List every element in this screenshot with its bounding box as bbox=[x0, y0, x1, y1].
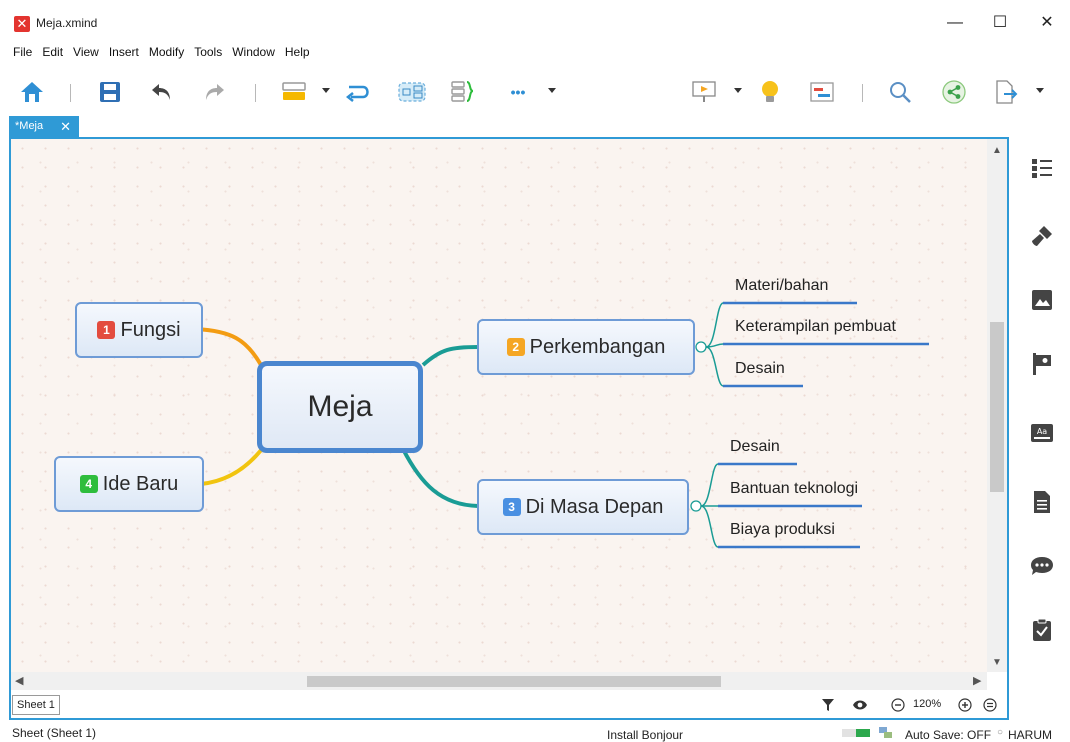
auto-save-status[interactable]: Auto Save: OFF bbox=[905, 728, 991, 742]
export-icon[interactable] bbox=[992, 78, 1020, 106]
subtopic-materi-bahan[interactable]: Materi/bahan bbox=[735, 277, 828, 295]
subtopic-biaya-produksi[interactable]: Biaya produksi bbox=[730, 521, 835, 539]
tab-meja[interactable]: *Meja ✕ bbox=[9, 116, 79, 137]
topic-icon[interactable] bbox=[280, 78, 308, 106]
topic-label: Fungsi bbox=[120, 318, 181, 341]
search-icon[interactable] bbox=[886, 78, 914, 106]
install-bonjour-link[interactable]: Install Bonjour bbox=[607, 728, 683, 742]
topic-label: Ide Baru bbox=[102, 472, 179, 495]
redo-icon[interactable] bbox=[200, 78, 228, 106]
relationship-icon[interactable] bbox=[344, 78, 372, 106]
menu-edit[interactable]: Edit bbox=[37, 42, 68, 62]
vertical-scrollbar[interactable]: ▲ ▼ bbox=[987, 139, 1007, 672]
menu-modify[interactable]: Modify bbox=[144, 42, 189, 62]
horizontal-scrollbar[interactable]: ◀ ▶ bbox=[11, 672, 987, 690]
toolbar-separator bbox=[70, 84, 71, 102]
menu-file[interactable]: File bbox=[8, 42, 37, 62]
tab-close-icon[interactable]: ✕ bbox=[60, 116, 71, 137]
more-icon[interactable]: ••• bbox=[504, 78, 532, 106]
gantt-icon[interactable] bbox=[808, 78, 836, 106]
network-icon bbox=[879, 727, 893, 742]
scroll-down-icon[interactable]: ▼ bbox=[992, 657, 1002, 668]
vertical-scroll-thumb[interactable] bbox=[990, 322, 1004, 492]
sheet-tab[interactable]: Sheet 1 bbox=[12, 695, 60, 715]
share-icon[interactable] bbox=[940, 78, 968, 106]
topic-label: Perkembangan bbox=[529, 335, 666, 358]
horizontal-scroll-thumb[interactable] bbox=[307, 676, 721, 687]
undo-icon[interactable] bbox=[148, 78, 176, 106]
export-caret-icon[interactable] bbox=[1036, 88, 1044, 93]
zoom-out-icon[interactable] bbox=[889, 696, 907, 714]
outline-icon[interactable] bbox=[1030, 156, 1054, 180]
user-name[interactable]: HARUM bbox=[1008, 728, 1052, 742]
topic-fungsi[interactable]: 1 Fungsi bbox=[75, 302, 203, 358]
minimize-button[interactable]: — bbox=[932, 8, 978, 38]
svg-text:Aa: Aa bbox=[1037, 427, 1047, 436]
status-sheet-name: Sheet (Sheet 1) bbox=[12, 726, 97, 740]
eye-icon[interactable] bbox=[851, 696, 869, 714]
presentation-icon[interactable] bbox=[690, 78, 718, 106]
notes-icon[interactable] bbox=[1030, 490, 1054, 514]
style-icon[interactable]: Aa bbox=[1030, 421, 1054, 445]
menu-insert[interactable]: Insert bbox=[104, 42, 144, 62]
boundary-icon[interactable] bbox=[398, 78, 426, 106]
subtopic-bantuan-teknologi[interactable]: Bantuan teknologi bbox=[730, 480, 858, 498]
brainstorm-icon[interactable] bbox=[756, 78, 784, 106]
priority-1-icon: 1 bbox=[97, 321, 116, 339]
topic-ide-baru[interactable]: 4 Ide Baru bbox=[54, 456, 204, 512]
fit-map-icon[interactable] bbox=[981, 696, 999, 714]
maximize-button[interactable]: ☐ bbox=[977, 8, 1023, 38]
marker-icon[interactable] bbox=[1030, 352, 1054, 376]
zoom-in-icon[interactable] bbox=[956, 696, 974, 714]
editor-frame: Meja 1 Fungsi 2 Perkembangan 3 Di Masa D… bbox=[9, 137, 1009, 720]
subtopic-desain[interactable]: Desain bbox=[730, 438, 780, 456]
more-caret-icon[interactable] bbox=[548, 88, 556, 93]
topic-label: Di Masa Depan bbox=[525, 495, 664, 518]
toolbar: ••• bbox=[0, 66, 1070, 114]
memory-indicator bbox=[842, 729, 870, 737]
branch-lines bbox=[195, 301, 929, 549]
home-icon[interactable] bbox=[18, 78, 46, 106]
topic-di-masa-depan[interactable]: 3 Di Masa Depan bbox=[477, 479, 689, 535]
topic-perkembangan[interactable]: 2 Perkembangan bbox=[477, 319, 695, 375]
sheet-bar: Sheet 1 120% bbox=[11, 692, 1007, 718]
presentation-caret-icon[interactable] bbox=[734, 88, 742, 93]
filter-icon[interactable] bbox=[819, 696, 837, 714]
xmind-logo-icon: ✕ bbox=[14, 16, 30, 32]
menu-view[interactable]: View bbox=[68, 42, 104, 62]
menu-window[interactable]: Window bbox=[227, 42, 280, 62]
subtopic-keterampilan-pembuat[interactable]: Keterampilan pembuat bbox=[735, 318, 896, 336]
mindmap-canvas[interactable]: Meja 1 Fungsi 2 Perkembangan 3 Di Masa D… bbox=[11, 139, 1007, 672]
comments-icon[interactable] bbox=[1030, 554, 1054, 578]
task-icon[interactable] bbox=[1030, 618, 1054, 642]
tab-label: *Meja bbox=[15, 120, 44, 132]
scroll-up-icon[interactable]: ▲ bbox=[992, 145, 1002, 156]
scroll-right-icon[interactable]: ▶ bbox=[973, 674, 981, 687]
summary-icon[interactable] bbox=[450, 78, 478, 106]
title-bar: ✕ Meja.xmind — ☐ ✕ bbox=[0, 0, 1070, 40]
image-icon[interactable] bbox=[1030, 288, 1054, 312]
priority-2-icon: 2 bbox=[506, 338, 525, 356]
close-button[interactable]: ✕ bbox=[1024, 8, 1070, 38]
menu-bar: File Edit View Insert Modify Tools Windo… bbox=[0, 42, 315, 62]
scroll-left-icon[interactable]: ◀ bbox=[15, 674, 23, 687]
topic-caret-icon[interactable] bbox=[322, 88, 330, 93]
subtopic-desain[interactable]: Desain bbox=[735, 360, 785, 378]
central-topic[interactable]: Meja bbox=[257, 361, 423, 453]
toolbar-separator bbox=[255, 84, 256, 102]
priority-4-icon: 4 bbox=[79, 475, 98, 493]
format-icon[interactable] bbox=[1030, 224, 1054, 248]
menu-tools[interactable]: Tools bbox=[189, 42, 227, 62]
menu-help[interactable]: Help bbox=[280, 42, 315, 62]
user-status-icon: ○ bbox=[997, 727, 1004, 738]
toolbar-separator bbox=[862, 84, 863, 102]
status-bar: Sheet (Sheet 1) Install Bonjour Auto Sav… bbox=[0, 722, 1070, 742]
window-title: Meja.xmind bbox=[36, 16, 98, 30]
zoom-level: 120% bbox=[913, 698, 942, 710]
priority-3-icon: 3 bbox=[502, 498, 521, 516]
save-icon[interactable] bbox=[96, 78, 124, 106]
